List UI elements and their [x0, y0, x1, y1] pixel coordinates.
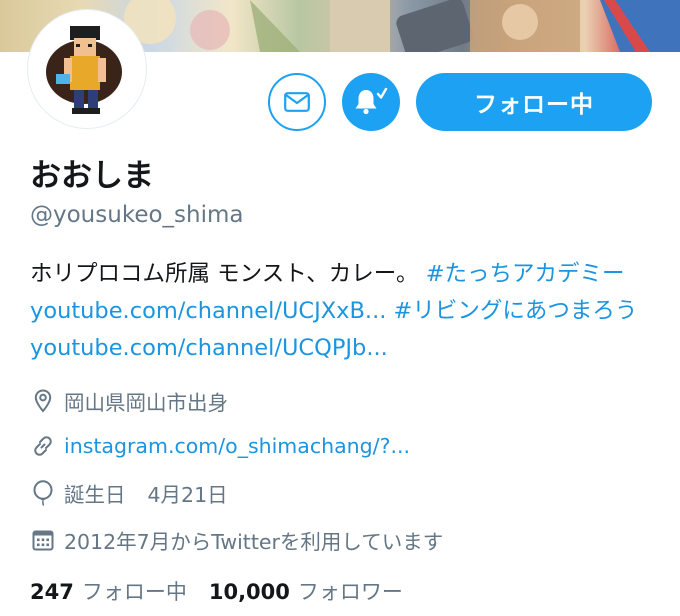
- avatar[interactable]: [34, 16, 140, 122]
- profile-joined: 2012年7月からTwitterを利用しています: [30, 525, 443, 555]
- following-stat[interactable]: 247 フォロー中: [30, 576, 187, 606]
- followers-label: フォロワー: [297, 580, 403, 604]
- following-button[interactable]: フォロー中: [416, 73, 652, 131]
- balloon-icon: [30, 480, 56, 506]
- envelope-icon: [284, 92, 310, 112]
- profile-location: 岡山県岡山市出身: [30, 386, 228, 416]
- pixel-art-avatar-icon: [34, 16, 140, 122]
- location-text: 岡山県岡山市出身: [64, 391, 228, 415]
- location-pin-icon: [30, 388, 56, 414]
- following-count: 247: [30, 580, 74, 604]
- birthday-date: 4月21日: [147, 483, 228, 507]
- follow-counts: 247 フォロー中 10,000 フォロワー: [30, 576, 403, 606]
- birthday-label: 誕生日: [64, 483, 126, 507]
- profile-website: instagram.com/o_shimachang/?...: [30, 431, 410, 461]
- followers-stat[interactable]: 10,000 フォロワー: [209, 576, 403, 606]
- followers-count: 10,000: [208, 580, 290, 604]
- notifications-button[interactable]: [342, 73, 400, 131]
- following-label: フォロー中: [81, 580, 187, 604]
- bio-text: ホリプロコム所属 モンスト、カレー。: [30, 261, 419, 287]
- website-link[interactable]: instagram.com/o_shimachang/?...: [64, 434, 410, 458]
- bio-url-link[interactable]: youtube.com/channel/UCJXxB...: [30, 298, 386, 324]
- bio-url-link[interactable]: youtube.com/channel/UCQPJb...: [30, 335, 388, 361]
- display-name: おおしま: [30, 158, 154, 194]
- link-icon: [30, 433, 56, 459]
- calendar-icon: [30, 527, 56, 553]
- joined-date: 2012年7月からTwitterを利用しています: [64, 530, 444, 554]
- profile-bio: ホリプロコム所属 モンスト、カレー。 #たっちアカデミー youtube.com…: [30, 256, 655, 367]
- bio-hashtag-link[interactable]: #たっちアカデミー: [426, 261, 625, 287]
- message-button[interactable]: [268, 73, 326, 131]
- bell-check-icon: [355, 87, 388, 115]
- user-handle: @yousukeo_shima: [30, 202, 244, 228]
- profile-birthday: 誕生日 4月21日: [30, 478, 228, 508]
- bio-hashtag-link[interactable]: #リビングにあつまろう: [394, 298, 638, 324]
